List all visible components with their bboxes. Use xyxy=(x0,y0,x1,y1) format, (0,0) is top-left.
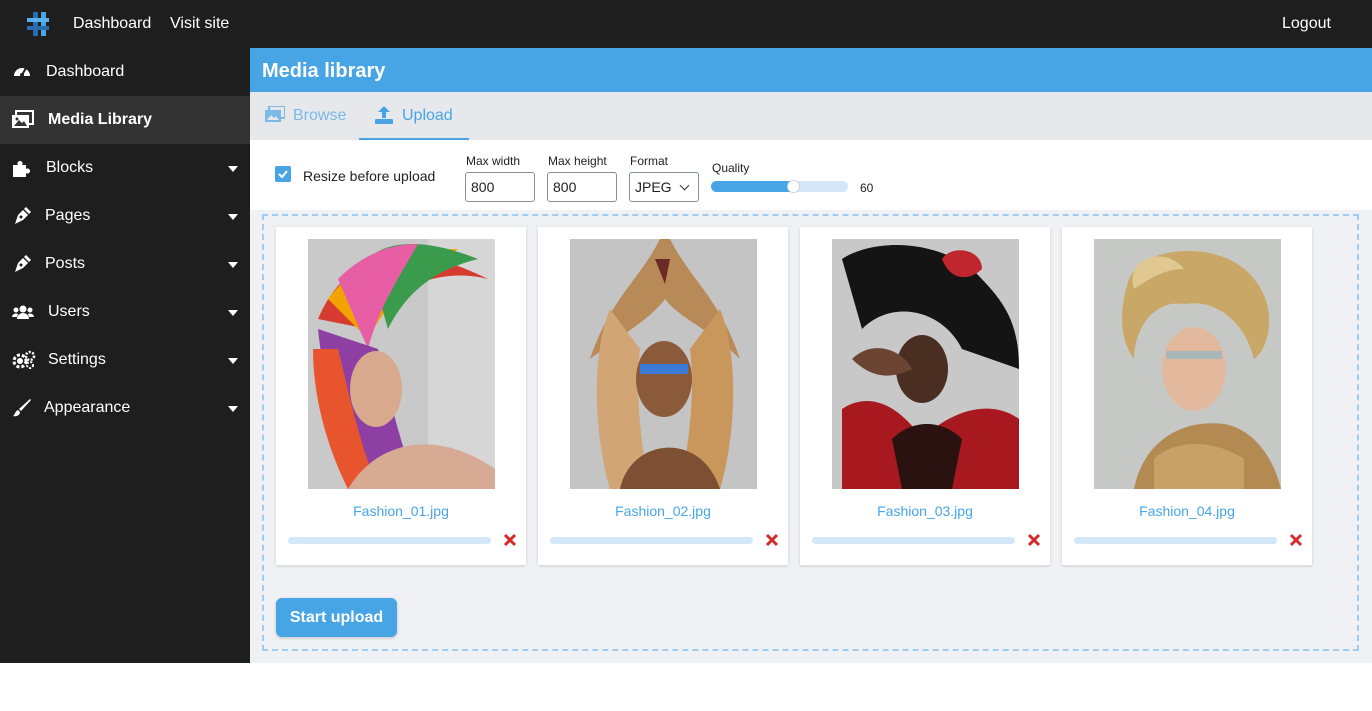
tab-label: Browse xyxy=(293,107,347,124)
chevron-down-icon[interactable] xyxy=(228,310,238,316)
sidebar-item-label: Pages xyxy=(45,207,91,224)
sidebar-item-label: Blocks xyxy=(46,159,94,176)
top-dashboard-link[interactable]: Dashboard xyxy=(73,15,151,33)
visit-site-link[interactable]: Visit site xyxy=(170,15,229,33)
puzzle-icon xyxy=(12,158,32,178)
quality-slider[interactable] xyxy=(711,180,848,193)
sidebar-item-label: Users xyxy=(48,303,90,320)
chevron-down-icon xyxy=(679,180,690,191)
file-progress-bar xyxy=(288,537,491,544)
sidebar-item-pages[interactable]: Pages xyxy=(0,192,250,240)
remove-file-icon[interactable] xyxy=(503,533,517,547)
format-value: JPEG xyxy=(635,179,672,195)
sidebar-item-label: Posts xyxy=(45,255,86,272)
file-name: Fashion_03.jpg xyxy=(877,503,973,519)
remove-file-icon[interactable] xyxy=(1027,533,1041,547)
image-icon xyxy=(265,105,286,124)
max-width-input[interactable]: 800 xyxy=(465,172,535,202)
max-height-label: Max height xyxy=(548,154,607,168)
page-title: Media library xyxy=(262,60,386,82)
file-name: Fashion_01.jpg xyxy=(353,503,449,519)
resize-label: Resize before upload xyxy=(303,168,436,184)
file-progress-bar xyxy=(550,537,753,544)
file-thumbnail xyxy=(570,239,757,489)
main-content: Media library Browse Upload Resize befor… xyxy=(250,48,1372,663)
file-name: Fashion_02.jpg xyxy=(615,503,711,519)
quality-slider-fill xyxy=(711,181,793,192)
format-label: Format xyxy=(630,154,669,168)
tab-bar: Browse Upload xyxy=(250,92,1372,140)
users-icon xyxy=(12,302,34,322)
remove-file-icon[interactable] xyxy=(1289,533,1303,547)
chevron-down-icon[interactable] xyxy=(228,262,238,268)
images-icon xyxy=(12,110,34,130)
logout-link[interactable]: Logout xyxy=(1282,15,1331,33)
tab-browse[interactable]: Browse xyxy=(250,92,356,140)
sidebar-item-appearance[interactable]: Appearance xyxy=(0,384,250,432)
file-name: Fashion_04.jpg xyxy=(1139,503,1235,519)
hashtag-logo-icon[interactable] xyxy=(24,10,52,38)
sidebar: Dashboard Media Library Blocks Pages Pos… xyxy=(0,48,250,663)
sidebar-item-dashboard[interactable]: Dashboard xyxy=(0,48,250,96)
sidebar-item-users[interactable]: Users xyxy=(0,288,250,336)
quality-slider-thumb[interactable] xyxy=(787,180,800,193)
quality-value: 60 xyxy=(860,181,874,195)
page-header: Media library xyxy=(250,48,1372,92)
start-upload-button[interactable]: Start upload xyxy=(276,598,397,637)
pen-nib-icon xyxy=(12,254,32,274)
max-height-input[interactable]: 800 xyxy=(547,172,617,202)
tab-upload[interactable]: Upload xyxy=(359,92,469,140)
chevron-down-icon[interactable] xyxy=(228,358,238,364)
sidebar-item-media-library[interactable]: Media Library xyxy=(0,96,250,144)
top-bar: Dashboard Visit site Logout xyxy=(0,0,1372,48)
upload-file-card: Fashion_01.jpg xyxy=(276,227,526,565)
file-progress-bar xyxy=(1074,537,1277,544)
file-progress-bar xyxy=(812,537,1015,544)
upload-file-card: Fashion_03.jpg xyxy=(800,227,1050,565)
tab-label: Upload xyxy=(402,107,453,124)
sidebar-item-label: Settings xyxy=(48,351,106,368)
max-width-label: Max width xyxy=(466,154,521,168)
file-thumbnail xyxy=(832,239,1019,489)
sidebar-item-blocks[interactable]: Blocks xyxy=(0,144,250,192)
brush-icon xyxy=(12,398,32,418)
upload-icon xyxy=(374,106,394,124)
gears-icon xyxy=(12,350,36,370)
sidebar-item-label: Appearance xyxy=(44,399,131,416)
upload-file-card: Fashion_04.jpg xyxy=(1062,227,1312,565)
chevron-down-icon[interactable] xyxy=(228,406,238,412)
gauge-icon xyxy=(12,62,32,82)
remove-file-icon[interactable] xyxy=(765,533,779,547)
sidebar-item-settings[interactable]: Settings xyxy=(0,336,250,384)
sidebar-item-label: Dashboard xyxy=(46,63,125,80)
file-thumbnail xyxy=(1094,239,1281,489)
chevron-down-icon[interactable] xyxy=(228,166,238,172)
quality-label: Quality xyxy=(712,161,750,175)
chevron-down-icon[interactable] xyxy=(228,214,238,220)
format-select[interactable]: JPEG xyxy=(629,172,699,202)
sidebar-item-posts[interactable]: Posts xyxy=(0,240,250,288)
upload-file-card: Fashion_02.jpg xyxy=(538,227,788,565)
upload-options: Resize before upload Max width 800 Max h… xyxy=(250,140,1372,210)
pen-nib-icon xyxy=(12,206,32,226)
file-thumbnail xyxy=(308,239,495,489)
sidebar-item-label: Media Library xyxy=(48,111,153,128)
resize-checkbox[interactable] xyxy=(275,166,291,182)
